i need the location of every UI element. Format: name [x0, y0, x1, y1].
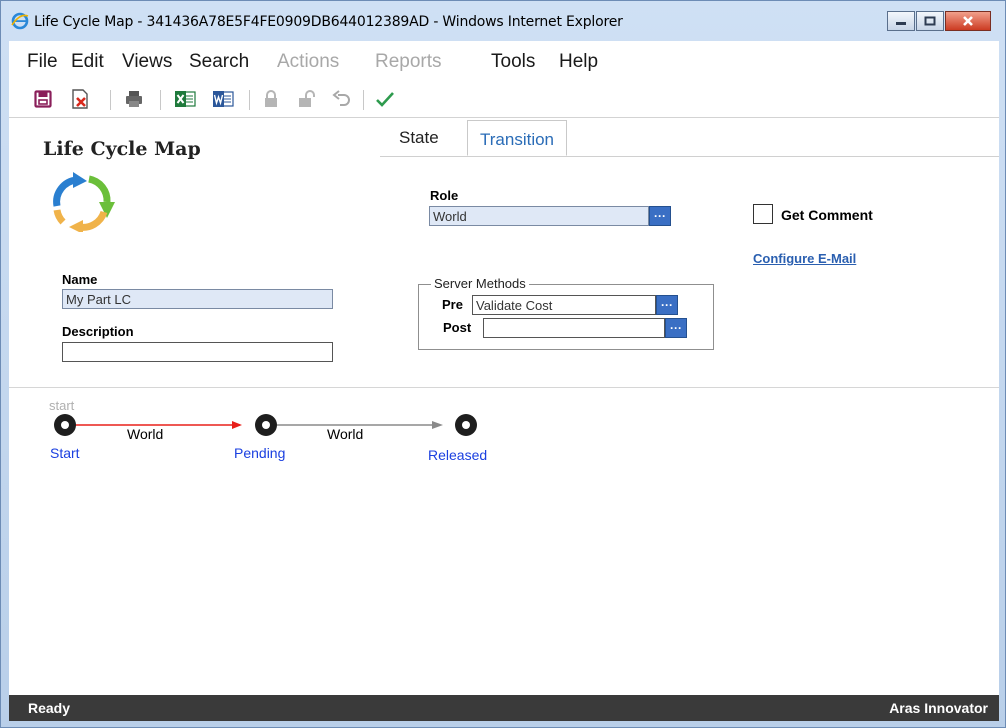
- tab-strip: State Transition: [380, 118, 999, 157]
- menu-help[interactable]: Help: [559, 51, 598, 73]
- name-label: Name: [62, 272, 98, 287]
- transition-pending-released-arrowhead: [432, 421, 443, 429]
- status-bar: Ready Aras Innovator: [9, 695, 999, 721]
- start-caption: start: [49, 398, 75, 413]
- post-method-input[interactable]: [483, 318, 665, 338]
- lock-icon: [265, 90, 277, 107]
- unlock-button: [295, 87, 319, 111]
- maximize-button[interactable]: [916, 11, 944, 31]
- state-node-start[interactable]: [54, 414, 76, 436]
- ellipsis-icon: ···: [654, 209, 666, 223]
- toolbar-separator: [249, 90, 250, 110]
- menu-search[interactable]: Search: [189, 51, 249, 73]
- ellipsis-icon: ···: [670, 321, 682, 335]
- done-button[interactable]: [373, 87, 397, 111]
- item-form-panel: Life Cycle Map Name Description: [9, 118, 381, 388]
- export-word-button[interactable]: [211, 87, 235, 111]
- role-label: Role: [430, 188, 459, 203]
- menu-edit[interactable]: Edit: [71, 51, 104, 73]
- toolbar-separator: [110, 90, 111, 110]
- browser-window: Life Cycle Map - 341436A78E5F4FE0909DB64…: [0, 0, 1006, 728]
- get-comment-label: Get Comment: [781, 207, 873, 223]
- export-excel-button[interactable]: [173, 87, 197, 111]
- menu-file[interactable]: File: [27, 51, 58, 73]
- pre-label: Pre: [442, 297, 463, 312]
- ellipsis-icon: ···: [661, 298, 673, 312]
- export-excel-icon: [175, 91, 196, 107]
- transition-properties-panel: State Transition Role ··· Server Methods…: [380, 118, 999, 388]
- transition-start-pending-arrowhead: [232, 421, 242, 429]
- toolbar-separator: [363, 90, 364, 110]
- close-item-button[interactable]: [69, 87, 93, 111]
- lock-button: [259, 87, 283, 111]
- transition-label-start-pending[interactable]: World: [127, 426, 163, 442]
- print-icon: [126, 91, 142, 107]
- role-input[interactable]: [429, 206, 649, 226]
- tab-state[interactable]: State: [399, 128, 439, 148]
- undo-button: [330, 87, 354, 111]
- state-node-pending[interactable]: [255, 414, 277, 436]
- title-bar[interactable]: Life Cycle Map - 341436A78E5F4FE0909DB64…: [1, 1, 1005, 41]
- minimize-icon: [896, 22, 906, 25]
- save-icon: [34, 90, 52, 108]
- post-method-lookup-button[interactable]: ···: [665, 318, 687, 338]
- state-label-released: Released: [428, 447, 488, 463]
- role-lookup-button[interactable]: ···: [649, 206, 671, 226]
- status-text: Ready: [28, 700, 71, 716]
- description-input[interactable]: [62, 342, 333, 362]
- menu-bar: File Edit Views Search Actions Reports T…: [9, 41, 999, 83]
- menu-views[interactable]: Views: [122, 51, 172, 73]
- transition-label-pending-released[interactable]: World: [327, 426, 363, 442]
- name-input[interactable]: [62, 289, 333, 309]
- close-icon: [963, 16, 973, 26]
- post-label: Post: [443, 320, 472, 335]
- description-label: Description: [62, 324, 134, 339]
- save-button[interactable]: [31, 87, 55, 111]
- close-window-button[interactable]: [945, 11, 991, 31]
- maximize-icon: [924, 16, 936, 26]
- window-title: Life Cycle Map - 341436A78E5F4FE0909DB64…: [34, 14, 623, 30]
- page-content: File Edit Views Search Actions Reports T…: [9, 41, 999, 721]
- toolbar: [9, 83, 999, 118]
- unlock-icon: [299, 90, 315, 107]
- server-methods-group: Server Methods Pre ··· Post ···: [418, 276, 714, 350]
- print-button[interactable]: [122, 87, 146, 111]
- toolbar-separator: [160, 90, 161, 110]
- server-methods-label: Server Methods: [431, 276, 529, 291]
- menu-actions: Actions: [277, 51, 340, 72]
- life-cycle-diagram: start World World Start Pending Released: [9, 388, 999, 695]
- life-cycle-icon: [53, 172, 115, 232]
- state-node-released[interactable]: [455, 414, 477, 436]
- tab-transition[interactable]: Transition: [467, 120, 568, 156]
- configure-email-link[interactable]: Configure E-Mail: [753, 251, 856, 266]
- state-label-start: Start: [50, 445, 80, 461]
- state-label-pending: Pending: [234, 445, 286, 461]
- internet-explorer-icon: [11, 12, 29, 30]
- pre-method-input[interactable]: [472, 295, 656, 315]
- form-title: Life Cycle Map: [43, 138, 201, 160]
- close-item-icon: [72, 89, 88, 109]
- done-icon: [376, 92, 394, 107]
- pre-method-lookup-button[interactable]: ···: [656, 295, 678, 315]
- minimize-button[interactable]: [887, 11, 915, 31]
- menu-tools[interactable]: Tools: [491, 51, 535, 73]
- menu-reports: Reports: [375, 51, 442, 72]
- export-word-icon: [213, 91, 234, 107]
- get-comment-checkbox[interactable]: [753, 204, 773, 224]
- product-name: Aras Innovator: [889, 700, 988, 716]
- undo-icon: [332, 90, 350, 106]
